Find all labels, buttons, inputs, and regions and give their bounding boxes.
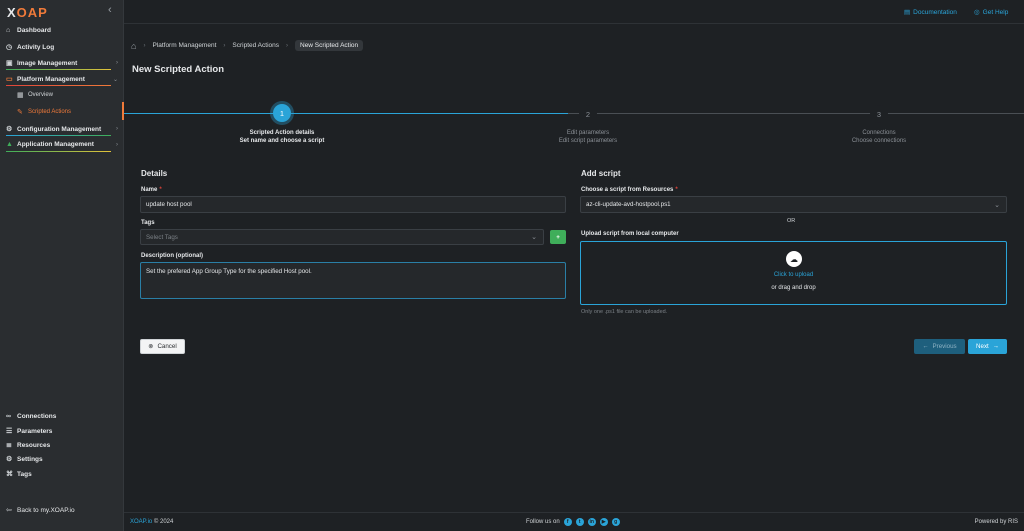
- link-icon: ∞: [6, 413, 11, 420]
- top-bar: ▤ Documentation ◎ Get Help: [124, 0, 1024, 24]
- sidebar-item-dashboard[interactable]: ⌂ Dashboard: [6, 27, 118, 34]
- add-script-heading: Add script: [581, 169, 621, 178]
- book-icon: ▤: [904, 9, 911, 16]
- description-textarea[interactable]: Set the prefered App Group Type for the …: [140, 262, 566, 299]
- clock-icon: ◷: [6, 44, 13, 51]
- tag-icon: ⌘: [6, 471, 13, 478]
- logo[interactable]: XOAP: [7, 5, 48, 20]
- cancel-button[interactable]: ⊗ Cancel: [140, 339, 185, 354]
- upload-dropzone[interactable]: ☁ Click to upload or drag and drop: [580, 241, 1007, 305]
- twitter-icon[interactable]: t: [575, 518, 584, 526]
- apps-icon: ▲: [6, 141, 13, 148]
- monitor-icon: ▭: [6, 76, 13, 83]
- click-to-upload[interactable]: Click to upload: [581, 272, 1006, 278]
- sidebar-item-connections[interactable]: ∞ Connections: [6, 413, 118, 420]
- description-label: Description (optional): [141, 253, 203, 259]
- step-2-title: Edit parameters Edit script parameters: [558, 130, 618, 144]
- gear-icon: ⚙: [6, 456, 13, 463]
- sidebar-item-activity-log[interactable]: ◷ Activity Log: [6, 43, 118, 52]
- tags-label: Tags: [141, 220, 155, 226]
- footer: XOAP.io © 2024 Follow us on f t in ▶ g P…: [124, 512, 1024, 531]
- sidebar: XOAP ‹ ⌂ Dashboard ◷ Activity Log ▣ Image M…: [0, 0, 124, 531]
- sidebar-item-parameters[interactable]: ☰ Parameters: [6, 427, 118, 436]
- sidebar-item-scripted-actions[interactable]: ✎ Scripted Actions: [17, 108, 129, 116]
- platform-management-underline: [6, 85, 111, 86]
- image-icon: ▣: [6, 60, 13, 67]
- configuration-management-underline: [6, 135, 111, 136]
- script-select[interactable]: az-cli-update-avd-hostpool.ps1 ⌄: [580, 196, 1007, 213]
- next-button[interactable]: Next →: [968, 339, 1007, 354]
- add-tag-button[interactable]: +: [550, 230, 566, 244]
- chevron-down-icon: ⌄: [112, 76, 118, 83]
- help-icon: ◎: [974, 9, 980, 16]
- sidebar-item-overview[interactable]: ▦ Overview: [17, 91, 129, 99]
- chevron-right-icon: ›: [116, 126, 118, 132]
- active-indicator: [122, 102, 124, 120]
- name-input[interactable]: update host pool: [140, 196, 566, 213]
- sidebar-item-image-management[interactable]: ▣ Image Management ›: [6, 59, 118, 68]
- powered-by: Powered by RIS: [974, 519, 1018, 525]
- breadcrumb: ⌂ › Platform Management › Scripted Actio…: [131, 40, 364, 51]
- sidebar-item-settings[interactable]: ⚙ Settings: [6, 455, 118, 464]
- sidebar-item-application-management[interactable]: ▲ Application Management ›: [6, 141, 118, 148]
- back-link[interactable]: ⇦ Back to my.XOAP.io: [6, 506, 118, 515]
- grid-icon: ▦: [17, 92, 24, 99]
- arrow-right-icon: →: [992, 343, 999, 350]
- step-1-circle[interactable]: 1: [273, 104, 291, 122]
- chevron-right-icon: ›: [116, 141, 118, 148]
- previous-button[interactable]: ← Previous: [914, 339, 965, 354]
- or-divider: OR: [787, 218, 796, 224]
- footer-social: Follow us on f t in ▶ g: [526, 518, 620, 526]
- documentation-link[interactable]: ▤ Documentation: [904, 8, 957, 17]
- step-2-circle[interactable]: 2: [579, 105, 597, 123]
- sidebar-item-resources[interactable]: ≣ Resources: [6, 441, 118, 450]
- github-icon[interactable]: g: [611, 518, 620, 526]
- step-1-title: Scripted Action details Set name and choo…: [239, 130, 325, 144]
- name-label: Name *: [141, 187, 162, 193]
- help-link[interactable]: ◎ Get Help: [974, 8, 1008, 17]
- youtube-icon[interactable]: ▶: [599, 518, 608, 526]
- choose-script-label: Choose a script from Resources *: [581, 187, 678, 193]
- collapse-sidebar-icon[interactable]: ‹: [108, 4, 112, 16]
- stepper-line-active: [124, 113, 568, 114]
- footer-copyright: XOAP.io © 2024: [130, 519, 174, 525]
- stepper-line-inactive: [568, 113, 1024, 114]
- tags-select[interactable]: Select Tags ⌄: [140, 229, 544, 245]
- upload-label: Upload script from local computer: [581, 231, 679, 237]
- pencil-icon: ✎: [17, 109, 23, 116]
- page-title: New Scripted Action: [132, 64, 225, 75]
- chevron-down-icon: ⌄: [994, 201, 1000, 209]
- step-3-circle[interactable]: 3: [870, 105, 888, 123]
- cancel-icon: ⊗: [148, 343, 154, 350]
- stack-icon: ≣: [6, 442, 12, 449]
- application-management-underline: [6, 151, 111, 152]
- drag-drop-text: or drag and drop: [771, 285, 816, 291]
- facebook-icon[interactable]: f: [563, 518, 572, 526]
- home-icon[interactable]: ⌂: [131, 41, 136, 51]
- upload-hint: Only one .ps1 file can be uploaded.: [581, 309, 668, 315]
- home-icon: ⌂: [6, 27, 11, 34]
- chevron-right-icon: ›: [116, 60, 118, 66]
- step-3-title: Connections Choose connections: [851, 130, 907, 144]
- list-icon: ☰: [6, 428, 13, 435]
- gear-icon: ⚙: [6, 126, 13, 133]
- chevron-down-icon: ⌄: [531, 234, 537, 241]
- linkedin-icon[interactable]: in: [587, 518, 596, 526]
- breadcrumb-platform-management[interactable]: Platform Management: [152, 42, 216, 49]
- breadcrumb-current: New Scripted Action: [295, 40, 364, 51]
- image-management-underline: [6, 69, 111, 70]
- breadcrumb-scripted-actions[interactable]: Scripted Actions: [232, 42, 279, 49]
- sidebar-item-tags[interactable]: ⌘ Tags: [6, 470, 118, 479]
- cloud-upload-icon: ☁: [786, 251, 802, 267]
- sidebar-item-configuration-management[interactable]: ⚙ Configuration Management ›: [6, 125, 118, 134]
- exit-icon: ⇦: [6, 507, 12, 514]
- sidebar-item-platform-management[interactable]: ▭ Platform Management ⌄: [6, 75, 118, 84]
- details-heading: Details: [141, 169, 168, 178]
- arrow-left-icon: ←: [922, 343, 929, 350]
